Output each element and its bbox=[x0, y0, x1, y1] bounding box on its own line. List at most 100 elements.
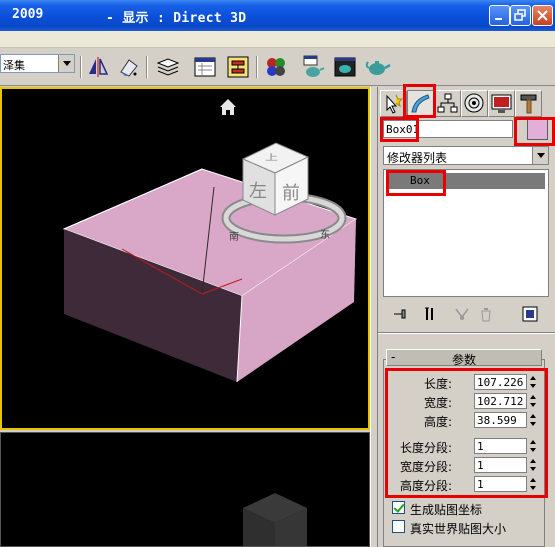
restore-button[interactable] bbox=[510, 5, 531, 26]
width-segs-row: 宽度分段: 1 bbox=[388, 457, 548, 474]
height-spinner[interactable] bbox=[529, 412, 539, 428]
teapot-settings-icon bbox=[303, 55, 325, 77]
mirror-icon bbox=[89, 57, 109, 77]
tab-hierarchy[interactable] bbox=[434, 90, 461, 117]
length-row: 长度: 107.226 bbox=[388, 374, 548, 391]
parameters-rollout-header[interactable]: - 参数 bbox=[386, 349, 542, 367]
rollout-separator bbox=[378, 332, 555, 334]
mirror-button[interactable] bbox=[85, 54, 111, 80]
stack-item-box[interactable]: Box bbox=[387, 173, 545, 189]
viewcube-left-label: 左 bbox=[249, 181, 267, 202]
pin-stack-button[interactable] bbox=[391, 305, 409, 323]
named-selection-set-dropdown[interactable]: 泽集 bbox=[0, 54, 75, 73]
home-icon[interactable] bbox=[220, 99, 236, 115]
make-unique-icon bbox=[455, 308, 469, 320]
align-icon bbox=[120, 59, 138, 77]
height-input[interactable]: 38.599 bbox=[474, 412, 527, 428]
width-row: 宽度: 102.712 bbox=[388, 393, 548, 410]
toolbar-divider bbox=[80, 56, 82, 78]
object-color-swatch[interactable] bbox=[527, 119, 548, 140]
make-unique-button[interactable] bbox=[453, 305, 471, 323]
toolbar-divider bbox=[146, 56, 148, 78]
rendered-frame-window-button[interactable] bbox=[332, 54, 358, 80]
secondary-viewport[interactable] bbox=[0, 432, 370, 547]
close-button[interactable] bbox=[532, 5, 553, 26]
stack-toolbar bbox=[383, 303, 549, 325]
teapot-icon bbox=[365, 61, 391, 75]
hammer-icon bbox=[520, 94, 537, 114]
tab-display[interactable] bbox=[488, 90, 515, 117]
configure-icon bbox=[522, 306, 538, 322]
modifier-stack[interactable]: Box bbox=[383, 169, 549, 297]
restore-icon bbox=[514, 9, 526, 21]
layer-manager-button[interactable] bbox=[155, 54, 181, 80]
rollout-title: 参数 bbox=[451, 353, 476, 367]
compass-east-label: 东 bbox=[320, 230, 330, 241]
viewcube-front-label: 前 bbox=[282, 183, 300, 204]
material-editor-icon bbox=[267, 58, 285, 76]
generate-mapping-coords-checkbox[interactable] bbox=[392, 501, 405, 514]
command-panel: Box01 修改器列表 Box - 参数 长度: 107.226 宽度: 102… bbox=[378, 87, 555, 547]
menu-bar bbox=[0, 31, 555, 48]
tab-modify[interactable] bbox=[407, 90, 434, 117]
remove-modifier-button[interactable] bbox=[477, 305, 495, 323]
viewport-scene bbox=[62, 99, 358, 383]
viewcube-top-label: 上 bbox=[265, 153, 279, 163]
compass-south-label: 南 bbox=[229, 232, 239, 243]
real-world-map-size-option[interactable]: 真实世界贴图大小 bbox=[392, 520, 542, 536]
chevron-down-icon bbox=[532, 147, 548, 164]
main-toolbar: 泽集 bbox=[0, 48, 555, 86]
create-icon bbox=[386, 94, 404, 114]
height-row: 高度: 38.599 bbox=[388, 412, 548, 429]
align-button[interactable] bbox=[115, 54, 141, 80]
show-end-result-button[interactable] bbox=[421, 305, 439, 323]
close-icon bbox=[537, 10, 548, 21]
tab-utilities[interactable] bbox=[515, 90, 542, 117]
height-segs-row: 高度分段: 1 bbox=[388, 476, 548, 493]
render-setup-button[interactable] bbox=[300, 54, 326, 80]
minimize-icon bbox=[495, 18, 502, 20]
frame-window-icon bbox=[334, 57, 356, 77]
length-spinner[interactable] bbox=[529, 374, 539, 390]
length-segs-row: 长度分段: 1 bbox=[388, 438, 548, 455]
motion-icon bbox=[464, 93, 484, 113]
minimize-button[interactable] bbox=[489, 5, 510, 26]
quick-render-button[interactable] bbox=[365, 54, 391, 80]
tab-motion[interactable] bbox=[461, 90, 488, 117]
length-input[interactable]: 107.226 bbox=[474, 374, 527, 390]
configure-modifier-sets-button[interactable] bbox=[521, 305, 539, 323]
modifier-list-dropdown[interactable]: 修改器列表 bbox=[383, 146, 549, 165]
layers-icon bbox=[156, 58, 180, 76]
curve-editor-icon bbox=[194, 57, 216, 77]
schematic-view-button[interactable] bbox=[225, 54, 251, 80]
app-version: 2009 bbox=[12, 7, 44, 22]
length-segs-spinner[interactable] bbox=[529, 438, 539, 454]
viewport-panel-splitter[interactable] bbox=[370, 87, 378, 547]
end-result-icon bbox=[425, 307, 433, 320]
trash-icon bbox=[481, 308, 491, 322]
perspective-viewport[interactable]: 上 左 前 南 东 bbox=[0, 87, 370, 430]
tab-create[interactable] bbox=[380, 90, 407, 117]
generate-mapping-coords-option[interactable]: 生成贴图坐标 bbox=[392, 501, 542, 517]
chevron-down-icon bbox=[58, 55, 74, 72]
schematic-icon bbox=[227, 56, 249, 78]
width-segs-spinner[interactable] bbox=[529, 457, 539, 473]
width-spinner[interactable] bbox=[529, 393, 539, 409]
width-input[interactable]: 102.712 bbox=[474, 393, 527, 409]
window-title: - 显示 : Direct 3D bbox=[106, 11, 247, 26]
curve-editor-button[interactable] bbox=[192, 54, 218, 80]
height-segs-spinner[interactable] bbox=[529, 476, 539, 492]
modify-icon bbox=[411, 94, 430, 113]
height-segs-input[interactable]: 1 bbox=[474, 476, 527, 492]
real-world-map-size-checkbox[interactable] bbox=[392, 520, 405, 533]
length-segs-input[interactable]: 1 bbox=[474, 438, 527, 454]
material-editor-button[interactable] bbox=[263, 54, 289, 80]
viewport-scene-ghost bbox=[243, 493, 307, 546]
width-segs-input[interactable]: 1 bbox=[474, 457, 527, 473]
object-name-field[interactable]: Box01 bbox=[383, 120, 513, 138]
title-bar: 2009 - 显示 : Direct 3D bbox=[0, 0, 555, 31]
display-icon bbox=[491, 94, 512, 113]
pin-icon bbox=[394, 309, 406, 319]
hierarchy-icon bbox=[437, 93, 458, 113]
toolbar-divider bbox=[256, 56, 258, 78]
